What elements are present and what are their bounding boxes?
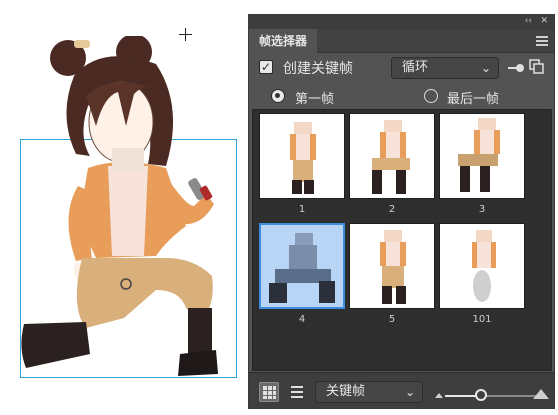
keyframe-options-row: ✓ 创建关键帧 循环 ⌄: [249, 53, 554, 83]
last-frame-radio[interactable]: [424, 89, 438, 103]
chevron-down-icon: ⌄: [480, 61, 491, 75]
first-frame-label: 第一帧: [295, 92, 335, 107]
frame-thumbnail-grid: 1 2 3 4 5 101: [252, 109, 552, 371]
last-frame-label: 最后一帧: [447, 92, 500, 107]
list-view-button[interactable]: [287, 382, 307, 402]
grid-view-button[interactable]: [259, 382, 279, 402]
frame-number-label: 3: [478, 204, 486, 215]
list-view-icon: [291, 386, 303, 398]
frame-thumbnail[interactable]: [349, 223, 435, 309]
frame-radio-row: 第一帧 最后一帧: [249, 83, 554, 109]
frame-number-label: 1: [298, 204, 306, 215]
frame-thumbnail[interactable]: [349, 113, 435, 199]
frame-thumbnail[interactable]: [259, 113, 345, 199]
chevron-down-icon: ⌄: [404, 385, 415, 399]
stage-canvas[interactable]: [0, 0, 245, 415]
character-illustration[interactable]: [16, 36, 231, 381]
frame-picker-panel: ‹‹ ✕ 帧选择器 ✓ 创建关键帧 循环 ⌄ 第一帧 最后一帧 1 2 3 4 5 101: [248, 14, 555, 409]
hamburger-menu-icon[interactable]: [536, 36, 548, 46]
zoom-in-icon[interactable]: [533, 389, 549, 399]
frame-preview-image: [458, 118, 500, 192]
frame-preview-image: [380, 230, 406, 304]
frame-preview-image: [372, 120, 410, 194]
frame-preview-image: [472, 230, 496, 302]
panel-tab-row: 帧选择器: [249, 29, 554, 53]
create-keyframe-label: 创建关键帧: [283, 61, 353, 77]
close-panel-icon[interactable]: ✕: [540, 15, 548, 27]
create-keyframe-checkbox[interactable]: ✓: [259, 60, 273, 74]
frame-filter-select[interactable]: 关键帧 ⌄: [315, 381, 423, 403]
tab-frame-picker[interactable]: 帧选择器: [249, 29, 318, 53]
zoom-out-icon[interactable]: [435, 393, 443, 398]
frame-thumbnail[interactable]: [259, 223, 345, 309]
loop-mode-value: 循环: [402, 60, 429, 75]
frame-thumbnail[interactable]: [439, 113, 525, 199]
frame-number-label: 4: [298, 314, 306, 325]
panel-titlebar[interactable]: ‹‹ ✕: [249, 15, 554, 29]
loop-mode-select[interactable]: 循环 ⌄: [391, 57, 499, 79]
frame-preview-image: [269, 233, 335, 303]
panel-bottom-bar: 关键帧 ⌄: [249, 372, 554, 409]
frame-number-label: 101: [472, 314, 492, 325]
zoom-slider-handle[interactable]: [475, 389, 487, 401]
collapse-panel-icon[interactable]: ‹‹: [525, 15, 532, 27]
frame-filter-value: 关键帧: [326, 384, 366, 399]
frame-number-label: 5: [388, 314, 396, 325]
frame-preview-image: [290, 122, 316, 194]
copy-frames-icon[interactable]: [529, 59, 545, 75]
grid-view-icon: [263, 386, 276, 399]
zoom-slider-fill: [445, 395, 479, 397]
first-frame-radio[interactable]: [271, 89, 285, 103]
frame-number-label: 2: [388, 204, 396, 215]
link-frames-icon[interactable]: [507, 61, 525, 75]
frame-thumbnail[interactable]: [439, 223, 525, 309]
